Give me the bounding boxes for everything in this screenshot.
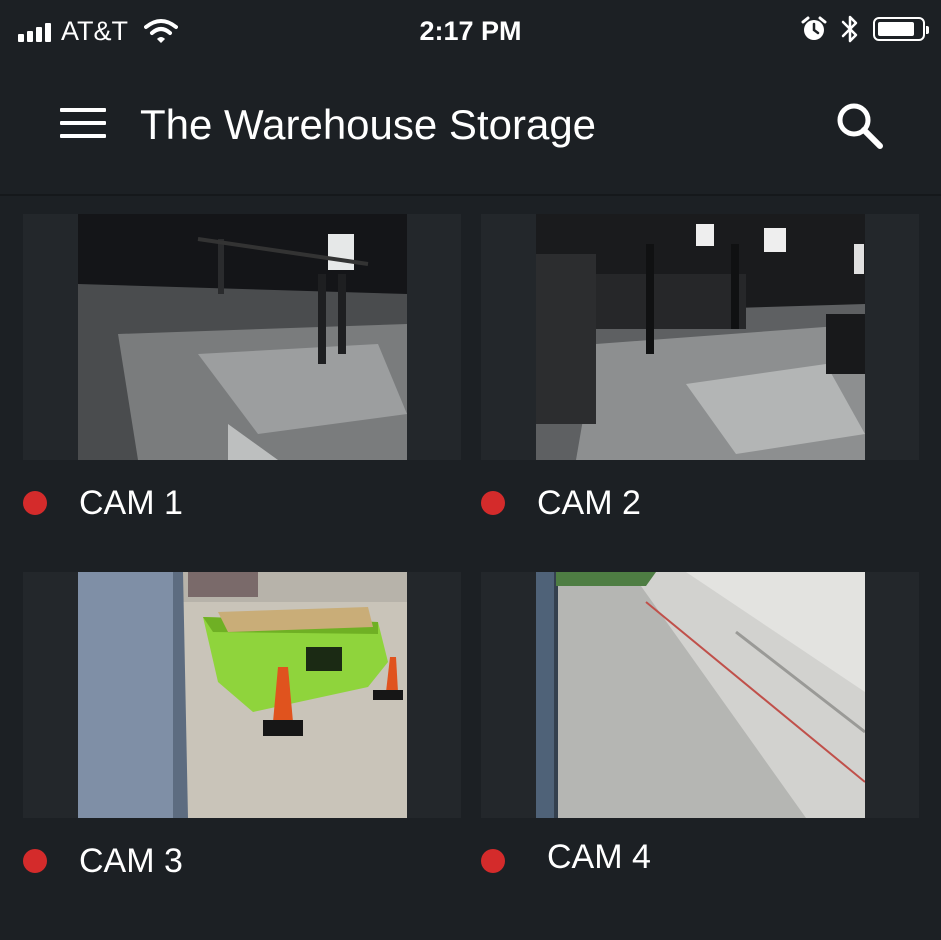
camera-feed-1[interactable] — [78, 214, 407, 460]
app-bar: The Warehouse Storage — [0, 62, 941, 196]
camera-tile-4[interactable] — [481, 572, 919, 818]
camera-feed-4[interactable] — [536, 572, 865, 818]
bluetooth-icon — [841, 15, 858, 43]
camera-tile-1[interactable] — [23, 214, 461, 460]
camera-label-3: CAM 3 — [23, 841, 183, 881]
camera-tile-2[interactable] — [481, 214, 919, 460]
battery-icon — [873, 17, 929, 41]
camera-tile-3[interactable] — [23, 572, 461, 818]
status-bar-right — [801, 14, 929, 44]
camera-name: CAM 3 — [79, 842, 183, 880]
recording-indicator — [481, 491, 505, 515]
alarm-icon — [801, 16, 827, 40]
status-time: 2:17 PM — [419, 16, 522, 46]
camera-name: CAM 1 — [79, 484, 183, 522]
camera-name: CAM 2 — [537, 484, 641, 522]
camera-label-1: CAM 1 — [23, 483, 183, 523]
menu-icon[interactable] — [60, 108, 106, 142]
camera-feed-2[interactable] — [536, 214, 865, 460]
search-icon[interactable] — [834, 100, 886, 152]
page-title: The Warehouse Storage — [140, 101, 597, 148]
recording-indicator — [23, 849, 47, 873]
recording-indicator — [481, 849, 505, 873]
recording-indicator — [23, 491, 47, 515]
camera-feed-3[interactable] — [78, 572, 407, 818]
camera-label-4: CAM 4 — [481, 837, 651, 877]
status-bar: AT&T 2:17 PM — [0, 0, 941, 62]
camera-label-2: CAM 2 — [481, 483, 641, 523]
battery-level — [878, 22, 914, 36]
camera-name: CAM 4 — [547, 838, 651, 876]
